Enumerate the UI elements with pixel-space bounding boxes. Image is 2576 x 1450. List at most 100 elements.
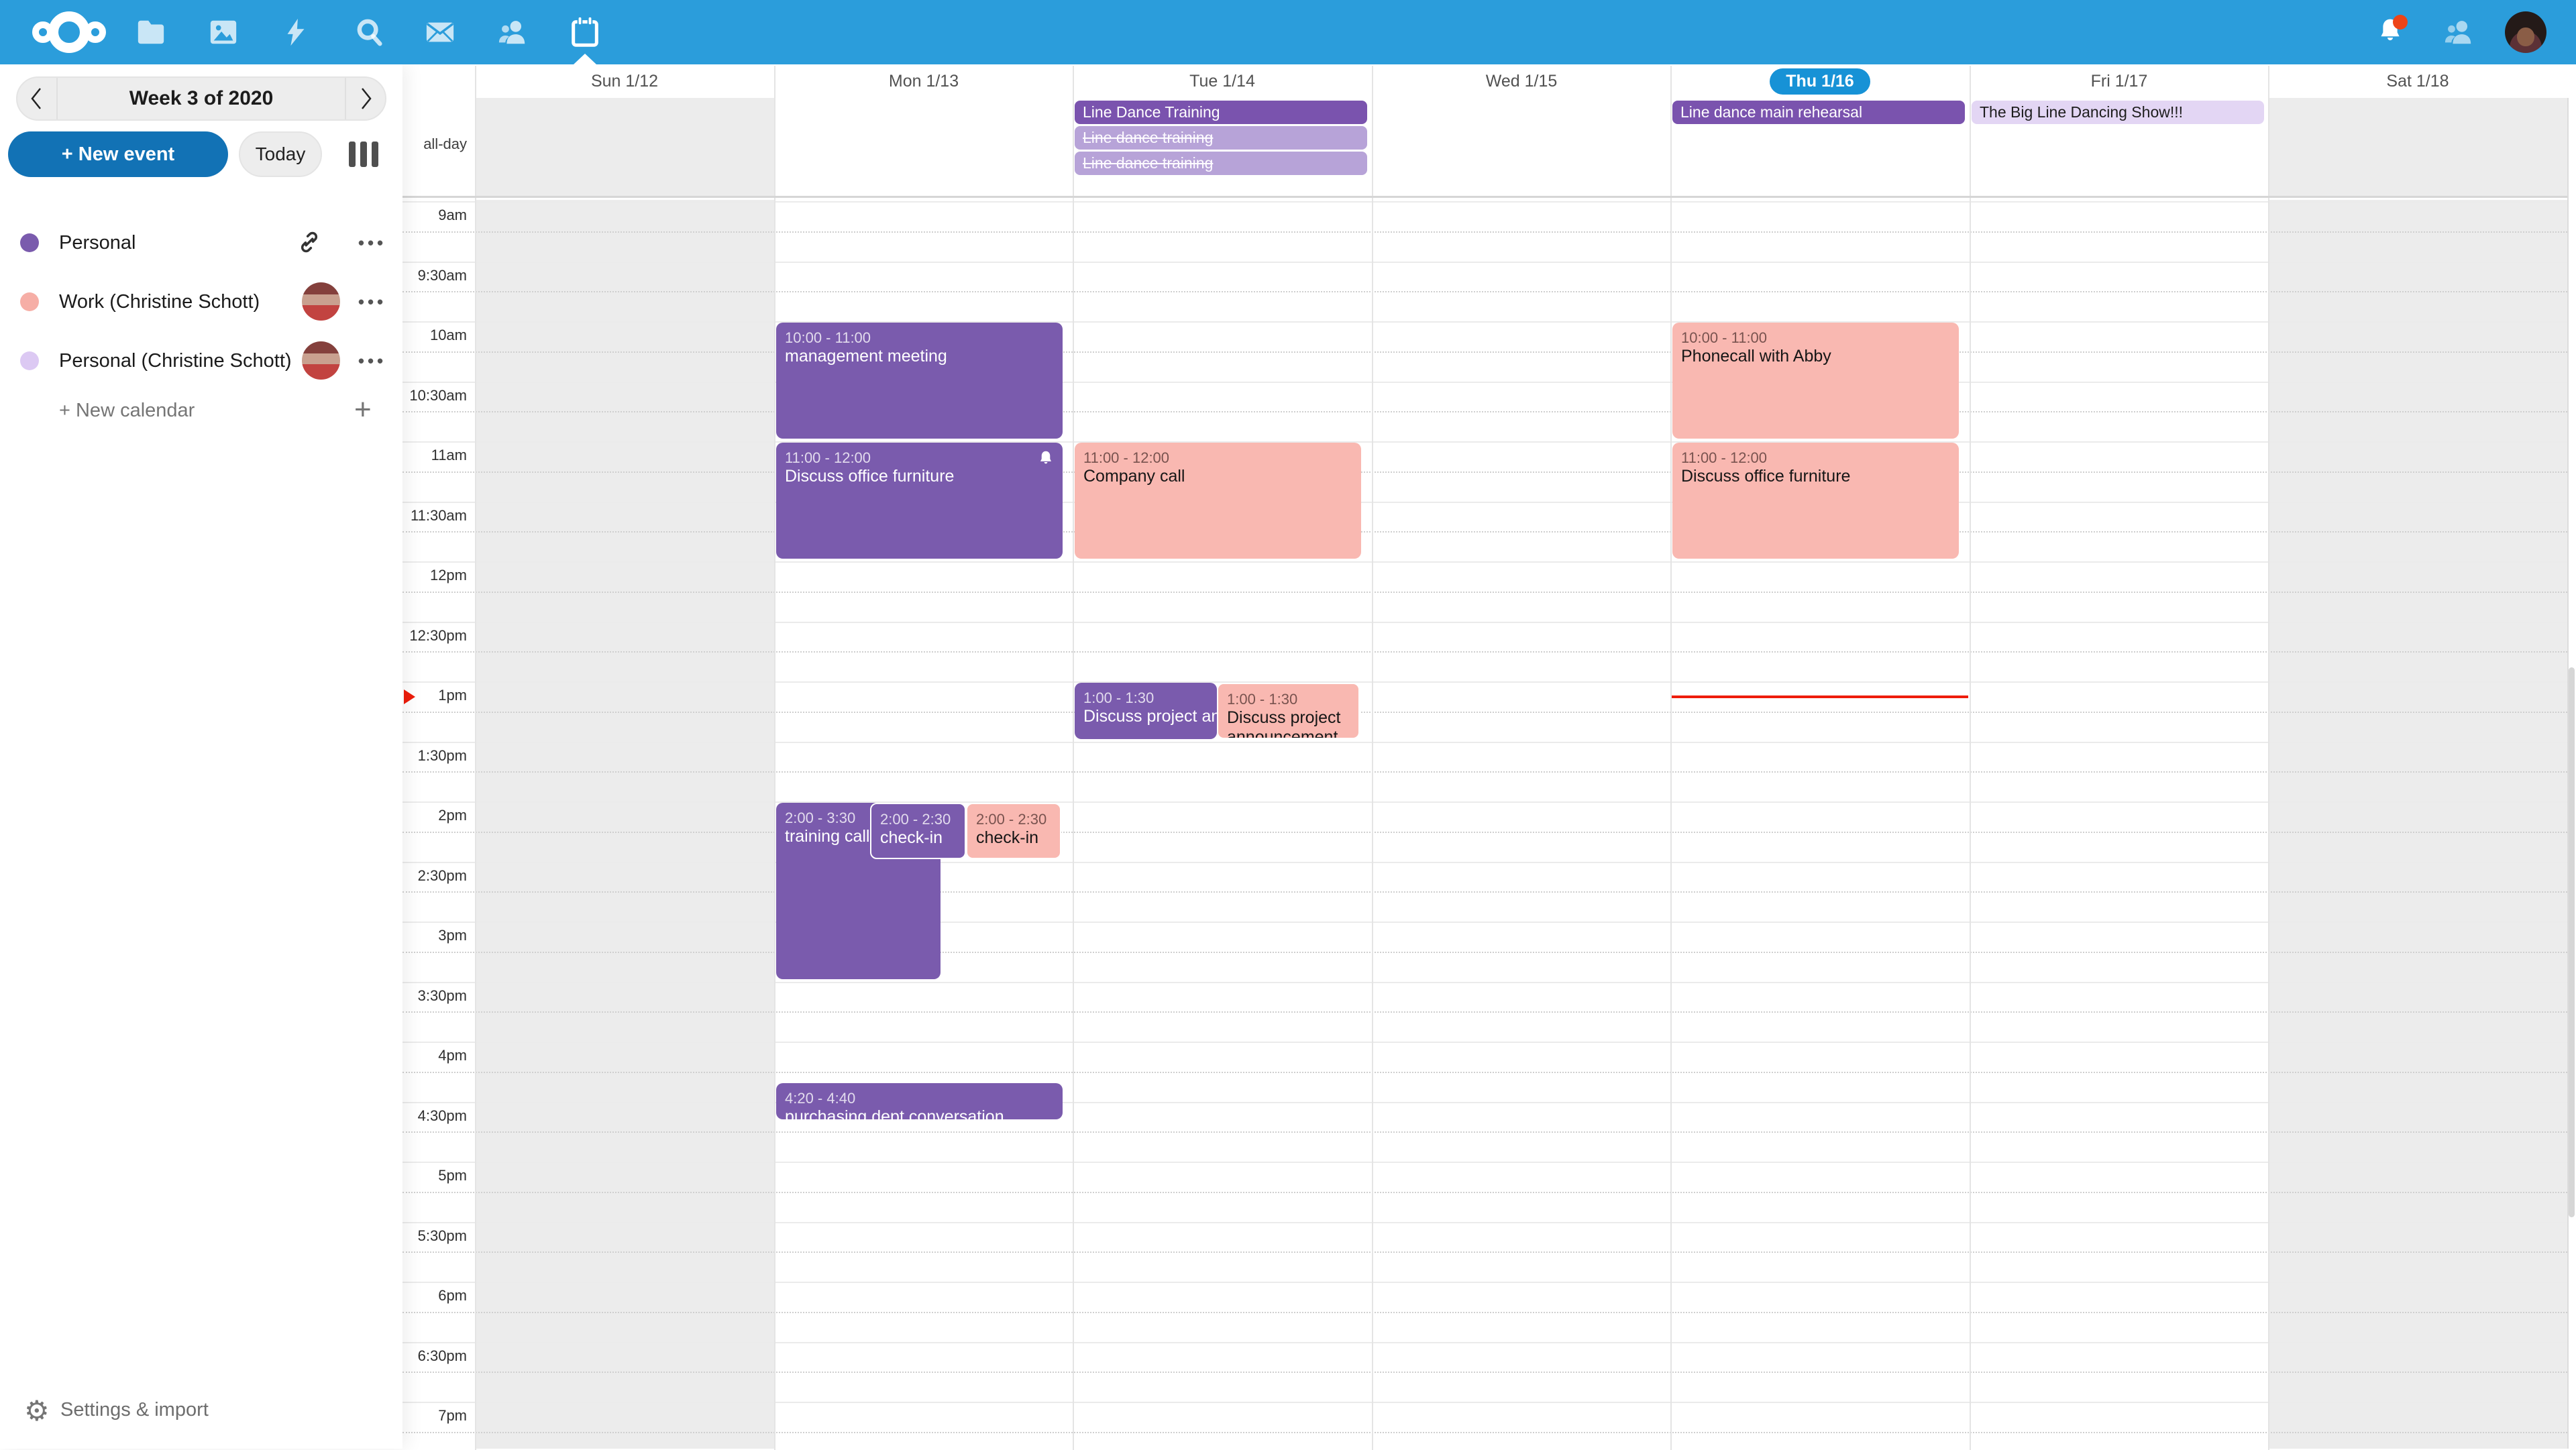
event-block[interactable]: 11:00 - 12:00Company call xyxy=(1075,443,1361,559)
week-navigation: Week 3 of 2020 xyxy=(16,76,386,121)
app-activity[interactable] xyxy=(264,0,328,64)
calendar-color-dot xyxy=(20,233,39,252)
slot-line xyxy=(402,1402,2567,1403)
calendar-actions-menu[interactable]: ••• xyxy=(349,213,396,272)
time-label: 6pm xyxy=(402,1287,467,1304)
slot-line xyxy=(402,1222,2567,1223)
slot-line xyxy=(402,382,2567,383)
today-button[interactable]: Today xyxy=(239,131,322,177)
day-header-fri[interactable]: Fri 1/17 xyxy=(1970,64,2269,98)
new-event-button[interactable]: + New event xyxy=(8,131,228,177)
today-pill: Thu 1/16 xyxy=(1770,68,1870,95)
slot-line xyxy=(402,201,2567,203)
calendar-actions-menu[interactable]: ••• xyxy=(349,331,396,390)
slot-line xyxy=(402,1162,2567,1163)
share-link-icon[interactable] xyxy=(297,229,323,256)
time-label: 10am xyxy=(402,327,467,344)
calendar-color-dot xyxy=(20,292,39,311)
nextcloud-logo-icon[interactable] xyxy=(17,0,118,64)
day-header-sat[interactable]: Sat 1/18 xyxy=(2268,64,2567,98)
logo-circle xyxy=(48,11,90,53)
time-label: 12pm xyxy=(402,567,467,584)
new-calendar-item[interactable]: + New calendar+ xyxy=(0,390,402,437)
slot-minor-line xyxy=(402,1432,2567,1433)
logo-circle xyxy=(85,21,106,43)
all-day-event[interactable]: Line Dance Training xyxy=(1075,101,1367,124)
calendar-list-item[interactable]: Personal••• xyxy=(0,213,402,272)
calendar-actions-menu[interactable]: ••• xyxy=(349,272,396,331)
app-mail[interactable] xyxy=(408,0,472,64)
event-block[interactable]: 11:00 - 12:00Discuss office furniture xyxy=(776,443,1063,559)
chevron-right-icon xyxy=(357,86,374,111)
column-border xyxy=(1970,66,1971,1450)
app-photos[interactable] xyxy=(191,0,256,64)
app-search[interactable] xyxy=(337,0,402,64)
event-title: Discuss office furniture xyxy=(1681,467,1953,486)
slot-minor-line xyxy=(402,712,2567,713)
current-time-line xyxy=(1672,695,1968,698)
event-block[interactable]: 11:00 - 12:00Discuss office furniture xyxy=(1672,443,1959,559)
contacts-menu-button[interactable] xyxy=(2426,0,2491,64)
calendar-name: Personal (Christine Schott) xyxy=(59,350,292,372)
calendar-list-item[interactable]: Work (Christine Schott)••• xyxy=(0,272,402,331)
app-calendar[interactable] xyxy=(553,0,617,64)
slot-line xyxy=(402,801,2567,803)
week-label[interactable]: Week 3 of 2020 xyxy=(56,78,346,119)
slot-line xyxy=(402,561,2567,563)
event-block[interactable]: 2:00 - 2:30check-in xyxy=(966,803,1061,859)
event-block[interactable]: 10:00 - 11:00management meeting xyxy=(776,323,1063,439)
all-day-event[interactable]: The Big Line Dancing Show!!! xyxy=(1972,101,2264,124)
previous-week-button[interactable] xyxy=(17,78,56,119)
calendar-list-item[interactable]: Personal (Christine Schott) ••• xyxy=(0,331,402,390)
day-header-wed[interactable]: Wed 1/15 xyxy=(1372,64,1671,98)
weekend-shading xyxy=(475,98,774,196)
slot-minor-line xyxy=(402,1192,2567,1193)
event-block[interactable]: 10:00 - 11:00Phonecall with Abby xyxy=(1672,323,1959,439)
scrollbar-thumb[interactable] xyxy=(2569,667,2575,1217)
app-contacts[interactable] xyxy=(480,0,545,64)
app-files[interactable] xyxy=(119,0,183,64)
event-block[interactable]: 2:00 - 2:30check-in xyxy=(870,803,966,859)
all-day-event[interactable]: Line dance training xyxy=(1075,126,1367,150)
event-title: check-in xyxy=(976,828,1055,848)
contacts-icon xyxy=(496,17,529,48)
time-label: 4:30pm xyxy=(402,1107,467,1125)
slot-line xyxy=(402,262,2567,263)
event-time: 10:00 - 11:00 xyxy=(1681,329,1953,347)
view-bar-icon xyxy=(372,142,378,167)
all-day-label: all-day xyxy=(402,135,467,153)
slot-line xyxy=(402,502,2567,503)
time-label: 5pm xyxy=(402,1167,467,1184)
slot-minor-line xyxy=(402,651,2567,653)
day-header-tue[interactable]: Tue 1/14 xyxy=(1073,64,1372,98)
time-label: 2pm xyxy=(402,807,467,824)
time-label: 4pm xyxy=(402,1047,467,1064)
plus-icon[interactable]: + xyxy=(354,393,372,427)
slot-minor-line xyxy=(402,592,2567,593)
event-time: 1:00 - 1:30 xyxy=(1227,690,1353,708)
event-block[interactable]: 1:00 - 1:30Discuss project announcement xyxy=(1217,683,1360,739)
notifications-bell-button[interactable] xyxy=(2375,16,2408,48)
slot-line xyxy=(402,922,2567,923)
day-header-sun[interactable]: Sun 1/12 xyxy=(475,64,774,98)
all-day-event[interactable]: Line dance main rehearsal xyxy=(1672,101,1965,124)
settings-import[interactable]: ⚙ Settings & import xyxy=(0,1391,402,1434)
event-block[interactable]: 4:20 - 4:40purchasing dept conversation xyxy=(776,1083,1063,1119)
all-day-separator xyxy=(402,196,2567,198)
user-avatar[interactable] xyxy=(2505,11,2546,53)
day-header-thu[interactable]: Thu 1/16 xyxy=(1670,64,1970,98)
event-block[interactable]: 1:00 - 1:30Discuss project announcement xyxy=(1075,683,1217,739)
slot-minor-line xyxy=(402,1372,2567,1373)
all-day-event[interactable]: Line dance training xyxy=(1075,152,1367,175)
weekend-shading xyxy=(475,200,774,1449)
next-week-button[interactable] xyxy=(346,78,385,119)
time-label: 3pm xyxy=(402,927,467,944)
activity-lightning-icon xyxy=(280,17,311,48)
event-title: Phonecall with Abby xyxy=(1681,347,1953,366)
slot-minor-line xyxy=(402,291,2567,292)
view-toggle-button[interactable] xyxy=(349,141,381,168)
slot-minor-line xyxy=(402,1251,2567,1253)
event-title: management meeting xyxy=(785,347,1057,366)
day-header-mon[interactable]: Mon 1/13 xyxy=(774,64,1073,98)
time-label: 2:30pm xyxy=(402,867,467,885)
